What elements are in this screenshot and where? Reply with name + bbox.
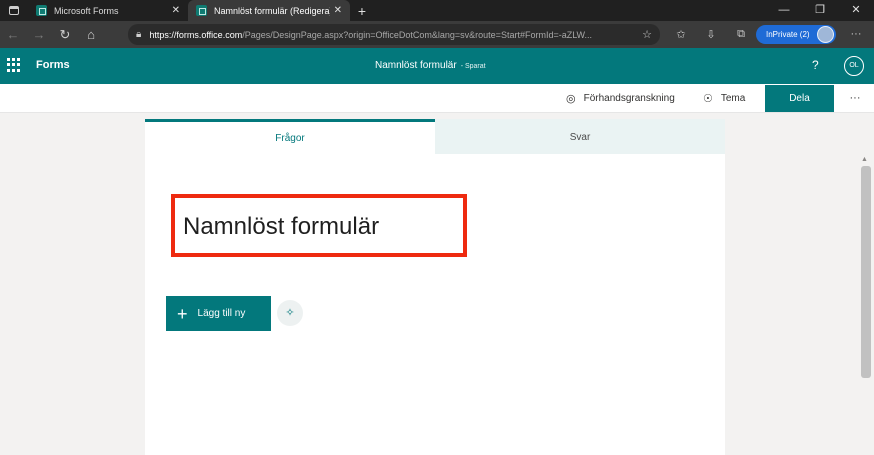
browser-tab-strip: Microsoft Forms ✕ Namnlöst formulär (Red… xyxy=(0,0,874,21)
favorite-star-icon[interactable]: ☆ xyxy=(642,28,652,41)
share-button[interactable]: Dela xyxy=(765,85,834,112)
profile-avatar xyxy=(817,26,834,43)
form-title-highlight[interactable]: Namnlöst formulär xyxy=(171,194,467,257)
scroll-thumb[interactable] xyxy=(861,166,871,378)
forms-header: Forms Namnlöst formulär - Sparat ? OL xyxy=(0,48,874,84)
preview-button[interactable]: ◎ Förhandsgranskning xyxy=(566,84,675,112)
refresh-icon[interactable]: ↻ xyxy=(52,27,78,43)
url-path: /Pages/DesignPage.aspx?origin=OfficeDotC… xyxy=(242,29,593,40)
add-new-button[interactable]: + Lägg till ny xyxy=(166,296,271,331)
theme-button[interactable]: ☉ Tema xyxy=(703,84,745,112)
tab-title: Microsoft Forms xyxy=(54,5,119,16)
preview-label: Förhandsgranskning xyxy=(583,92,675,104)
scroll-up-icon[interactable]: ▲ xyxy=(861,156,868,163)
new-tab-button[interactable]: + xyxy=(350,3,374,19)
lightbulb-icon[interactable]: ✧ xyxy=(277,300,303,326)
header-form-title: Namnlöst formulär - Sparat xyxy=(375,60,486,71)
tab-questions[interactable]: Frågor xyxy=(145,119,435,154)
home-icon[interactable]: ⌂ xyxy=(78,27,104,42)
forward-arrow-icon[interactable]: → xyxy=(26,27,52,42)
waffle-icon[interactable] xyxy=(7,58,21,72)
add-new-label: Lägg till ny xyxy=(197,308,246,319)
close-tab-icon[interactable]: ✕ xyxy=(334,5,342,16)
app-name[interactable]: Forms xyxy=(36,59,70,71)
close-tab-icon[interactable]: ✕ xyxy=(172,5,180,16)
address-bar[interactable]: 🔒︎ https://forms.office.com /Pages/Desig… xyxy=(128,24,660,45)
inprivate-label: InPrivate (2) xyxy=(766,30,810,39)
eye-icon: ◎ xyxy=(566,92,576,105)
minimize-button[interactable]: — xyxy=(766,0,802,21)
window-controls: — ❐ ✕ xyxy=(766,0,874,21)
restore-button[interactable]: ❐ xyxy=(802,0,838,21)
save-status: - Sparat xyxy=(460,63,486,70)
inprivate-badge[interactable]: InPrivate (2) xyxy=(756,25,836,44)
more-options-button[interactable]: ··· xyxy=(846,84,864,112)
extensions-icon[interactable]: ⇩ xyxy=(696,28,726,41)
close-window-button[interactable]: ✕ xyxy=(838,0,874,21)
tab-title: Namnlöst formulär (Redigera) M xyxy=(214,5,330,16)
command-bar: ◎ Förhandsgranskning ☉ Tema Dela ··· xyxy=(0,84,874,113)
forms-favicon xyxy=(196,5,207,16)
window-icon[interactable] xyxy=(0,0,28,21)
browser-more-button[interactable]: ··· xyxy=(846,21,866,48)
palette-icon: ☉ xyxy=(703,92,713,105)
browser-tab-microsoft-forms[interactable]: Microsoft Forms ✕ xyxy=(28,0,188,21)
user-avatar[interactable]: OL xyxy=(844,56,864,76)
favorites-icon[interactable]: ✩ xyxy=(666,28,696,41)
browser-extension-icons: ✩ ⇩ ⧉ xyxy=(666,21,756,48)
browser-tab-form-edit[interactable]: Namnlöst formulär (Redigera) M ✕ xyxy=(188,0,350,21)
back-arrow-icon[interactable]: ← xyxy=(0,27,26,42)
url-host: https://forms.office.com xyxy=(149,29,243,40)
page-scrollbar[interactable]: ▲ xyxy=(858,156,874,455)
form-canvas: Frågor Svar Namnlöst formulär + Lägg til… xyxy=(145,119,725,455)
browser-toolbar: ← → ↻ ⌂ 🔒︎ https://forms.office.com /Pag… xyxy=(0,21,874,48)
header-title-text: Namnlöst formulär xyxy=(375,60,457,71)
forms-favicon xyxy=(36,5,47,16)
form-title[interactable]: Namnlöst formulär xyxy=(183,213,379,241)
form-tabs: Frågor Svar xyxy=(145,119,725,154)
collections-icon[interactable]: ⧉ xyxy=(726,28,756,41)
plus-icon: + xyxy=(177,303,188,324)
help-button[interactable]: ? xyxy=(812,58,819,72)
theme-label: Tema xyxy=(720,92,746,104)
tab-responses[interactable]: Svar xyxy=(435,119,725,154)
lock-icon[interactable]: 🔒︎ xyxy=(136,29,141,40)
